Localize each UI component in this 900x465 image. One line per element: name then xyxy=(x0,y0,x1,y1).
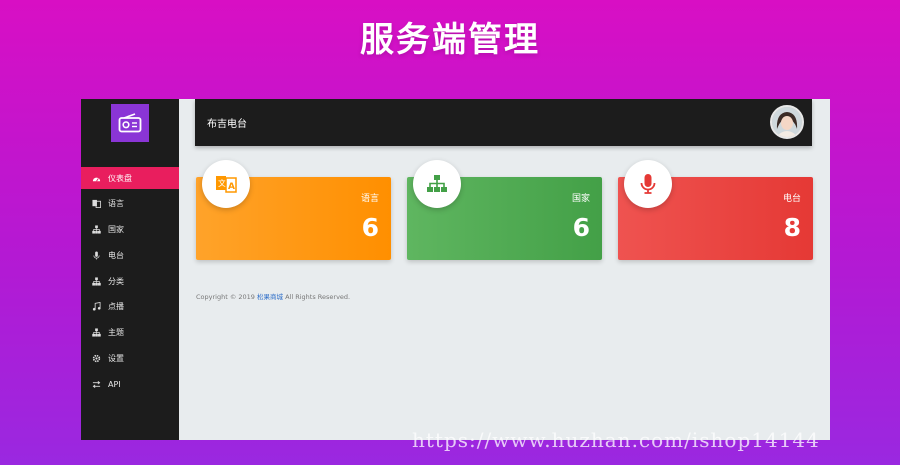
main-content: 布吉电台 文 A 语言 6 国家 6 电台 8 Copyright © 2019… xyxy=(179,99,830,440)
microphone-icon xyxy=(91,250,101,260)
sidebar: 仪表盘 语言 国家 电台 分类 点播 主题 设置 API xyxy=(81,99,179,440)
watermark-url: https://www.huzhan.com/ishop14144 xyxy=(412,428,820,452)
music-note-icon xyxy=(91,302,101,312)
sidebar-item-label: 点播 xyxy=(108,302,124,312)
hierarchy-icon xyxy=(91,276,101,286)
top-bar: 布吉电台 xyxy=(195,99,812,146)
sidebar-item-language[interactable]: 语言 xyxy=(81,193,179,215)
gear-icon xyxy=(91,354,101,364)
sidebar-item-theme[interactable]: 主题 xyxy=(81,322,179,344)
stat-card-language[interactable]: 文 A 语言 6 xyxy=(196,160,391,260)
microphone-icon xyxy=(624,160,672,208)
avatar[interactable] xyxy=(770,105,804,139)
sidebar-item-category[interactable]: 分类 xyxy=(81,270,179,292)
svg-text:文: 文 xyxy=(218,178,226,188)
sidebar-item-dashboard[interactable]: 仪表盘 xyxy=(81,167,179,189)
card-value: 8 xyxy=(783,213,801,242)
hierarchy-icon xyxy=(91,328,101,338)
sitemap-icon xyxy=(413,160,461,208)
sidebar-item-label: 主题 xyxy=(108,328,124,338)
swap-arrows-icon xyxy=(91,379,101,389)
sidebar-item-label: 电台 xyxy=(108,250,124,260)
hierarchy-icon xyxy=(91,225,101,235)
sidebar-item-settings[interactable]: 设置 xyxy=(81,348,179,370)
card-label: 电台 xyxy=(782,194,801,204)
copyright-footer: Copyright © 2019 松果商城 All Rights Reserve… xyxy=(196,291,350,301)
sidebar-item-on-demand[interactable]: 点播 xyxy=(81,296,179,318)
sidebar-item-label: 仪表盘 xyxy=(108,173,132,183)
rights-text: All Rights Reserved. xyxy=(285,293,351,301)
card-value: 6 xyxy=(361,213,379,242)
svg-text:A: A xyxy=(228,182,235,192)
sidebar-item-label: API xyxy=(108,379,121,389)
copyright-text: Copyright © 2019 xyxy=(196,293,255,301)
sidebar-nav: 仪表盘 语言 国家 电台 分类 点播 主题 设置 API xyxy=(81,167,179,399)
sidebar-item-label: 国家 xyxy=(108,225,124,235)
card-label: 语言 xyxy=(360,194,379,204)
sidebar-item-label: 设置 xyxy=(108,354,124,364)
banner-title: 服务端管理 xyxy=(360,20,540,60)
language-icon xyxy=(91,199,101,209)
radio-logo-icon[interactable] xyxy=(111,104,149,142)
dashboard-icon xyxy=(91,173,101,183)
translate-icon: 文 A xyxy=(202,160,250,208)
stat-card-station[interactable]: 电台 8 xyxy=(618,160,813,260)
page-title: 布吉电台 xyxy=(207,119,247,130)
card-value: 6 xyxy=(572,213,590,242)
sidebar-item-country[interactable]: 国家 xyxy=(81,219,179,241)
sidebar-item-label: 分类 xyxy=(108,276,124,286)
sidebar-item-label: 语言 xyxy=(108,199,124,209)
card-label: 国家 xyxy=(571,194,590,204)
sidebar-item-station[interactable]: 电台 xyxy=(81,244,179,266)
stat-card-country[interactable]: 国家 6 xyxy=(407,160,602,260)
footer-shop-link[interactable]: 松果商城 xyxy=(257,293,283,301)
admin-app-window: 仪表盘 语言 国家 电台 分类 点播 主题 设置 API 布吉电台 文 A 语言… xyxy=(81,99,830,440)
sidebar-item-api[interactable]: API xyxy=(81,373,179,395)
